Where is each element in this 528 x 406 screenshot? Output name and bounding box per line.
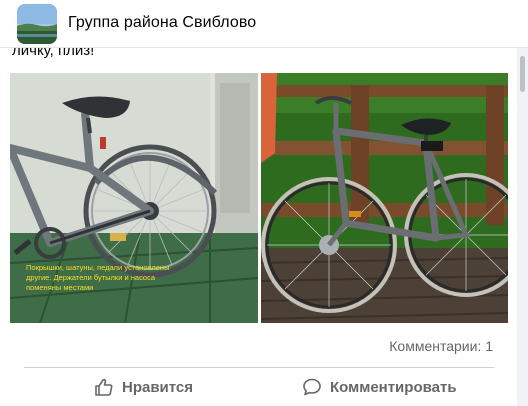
post-text-container: личку, плиз! (0, 48, 517, 62)
speech-bubble-icon (302, 377, 322, 397)
bicycle-photo-outdoor[interactable] (261, 73, 508, 323)
bicycle-photo-indoor[interactable]: Покрышки, шатуны, педали установлены дру… (10, 73, 258, 323)
comment-button[interactable]: Комментировать (302, 372, 457, 402)
like-button[interactable]: Нравится (94, 372, 193, 402)
group-avatar[interactable] (17, 4, 57, 44)
thumbs-up-icon (94, 377, 114, 397)
actions-divider (24, 367, 494, 368)
post-text: личку, плиз! (12, 48, 95, 59)
group-title[interactable]: Группа района Свиблово (68, 14, 256, 32)
photo-caption: Покрышки, шатуны, педали установлены дру… (26, 263, 170, 292)
comments-count[interactable]: Комментарии: 1 (389, 338, 493, 354)
scrollbar-thumb[interactable] (520, 56, 525, 92)
like-label: Нравится (122, 378, 194, 396)
comment-label: Комментировать (330, 378, 457, 396)
group-header: Группа района Свиблово (0, 0, 528, 48)
